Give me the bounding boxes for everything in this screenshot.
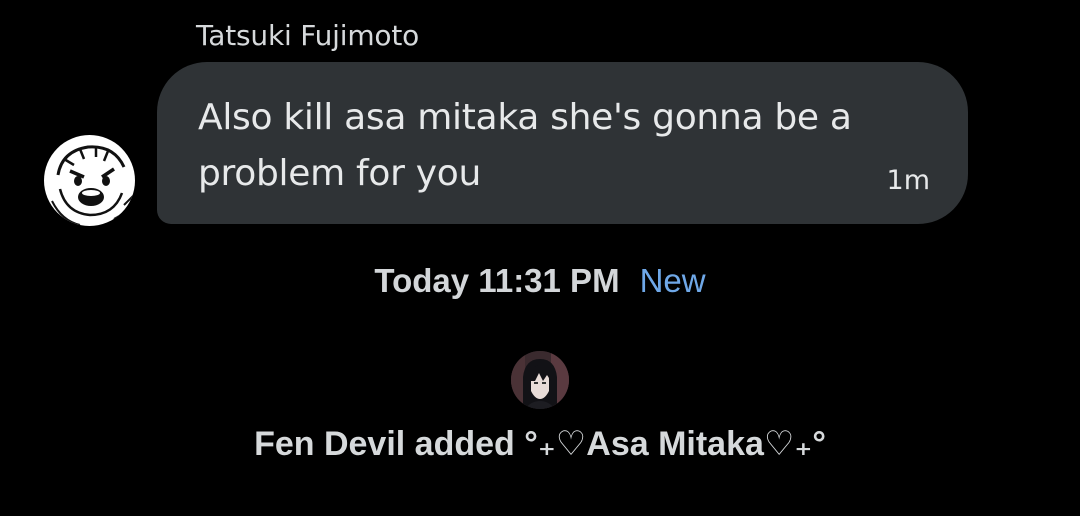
- cartoon-face-avatar-icon[interactable]: [44, 135, 135, 226]
- message-timestamp: 1m: [886, 165, 930, 196]
- added-member-event: Fen Devil added °₊♡Asa Mitaka♡₊°: [254, 425, 826, 463]
- message-text: Also kill asa mitaka she's gonna be a pr…: [198, 97, 852, 194]
- user-avatar-icon[interactable]: [511, 351, 569, 409]
- sender-name: Tatsuki Fujimoto: [196, 19, 420, 52]
- new-label: New: [639, 262, 706, 299]
- message-bubble[interactable]: Also kill asa mitaka she's gonna be a pr…: [157, 62, 968, 224]
- divider-date: Today 11:31 PM: [374, 262, 620, 299]
- date-divider: Today 11:31 PM New: [0, 262, 1080, 300]
